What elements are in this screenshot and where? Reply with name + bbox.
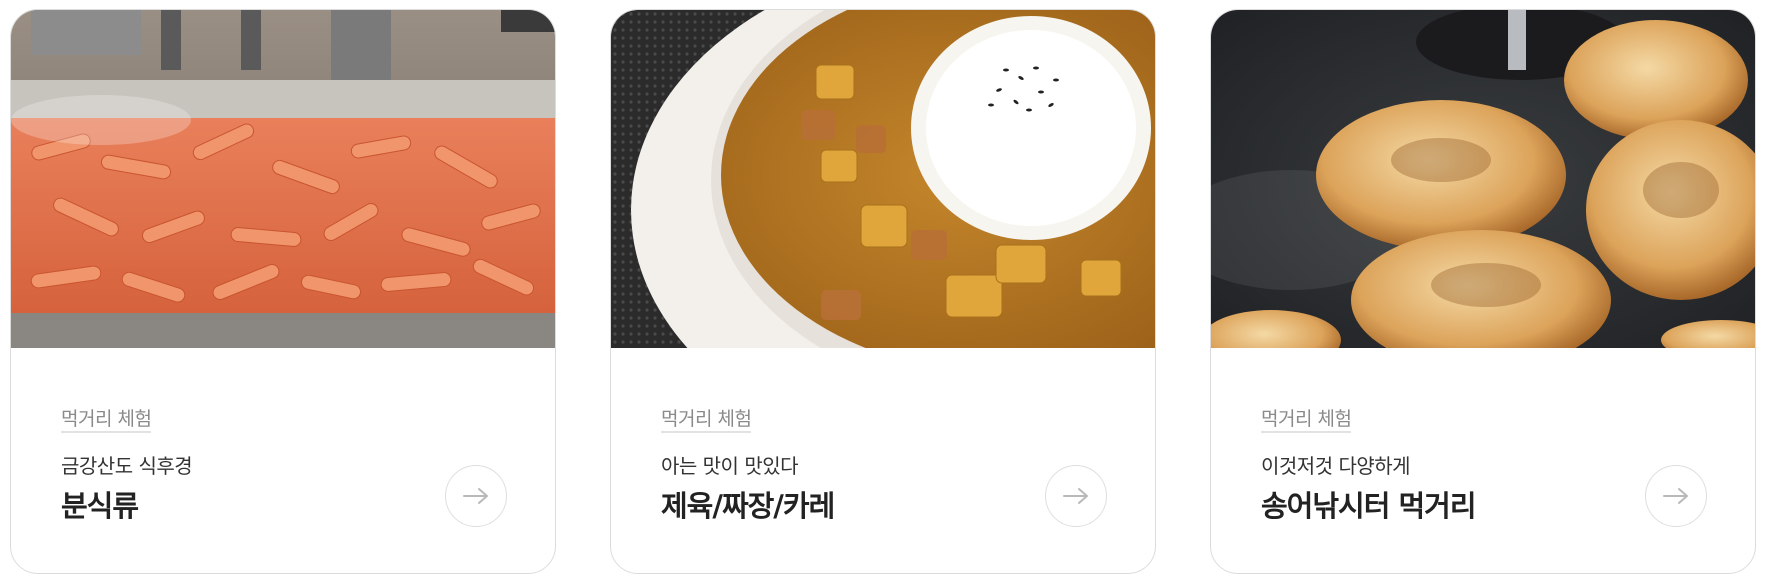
arrow-button[interactable] bbox=[1045, 465, 1107, 527]
food-card-list: 먹거리 체험 금강산도 식후경 분식류 먹거리 체험 아는 맛이 맛있다 제육/… bbox=[0, 0, 1772, 586]
card-subtitle: 이것저것 다양하게 bbox=[1261, 454, 1411, 478]
card-info: 먹거리 체험 금강산도 식후경 분식류 bbox=[11, 348, 555, 573]
category-tag: 먹거리 체험 bbox=[1261, 408, 1352, 433]
arrow-right-icon bbox=[1063, 488, 1088, 504]
card-info: 먹거리 체험 이것저것 다양하게 송어낚시터 먹거리 bbox=[1211, 348, 1755, 573]
tteokbokki-photo bbox=[11, 10, 555, 348]
food-card[interactable]: 먹거리 체험 이것저것 다양하게 송어낚시터 먹거리 bbox=[1210, 9, 1756, 574]
arrow-button[interactable] bbox=[445, 465, 507, 527]
card-subtitle: 아는 맛이 맛있다 bbox=[661, 454, 799, 478]
card-title: 분식류 bbox=[61, 489, 139, 523]
food-card[interactable]: 먹거리 체험 아는 맛이 맛있다 제육/짜장/카레 bbox=[610, 9, 1156, 574]
card-subtitle: 금강산도 식후경 bbox=[61, 454, 193, 478]
hotteok-photo bbox=[1211, 10, 1755, 348]
card-title: 송어낚시터 먹거리 bbox=[1261, 489, 1477, 523]
category-tag: 먹거리 체험 bbox=[61, 408, 152, 433]
category-tag: 먹거리 체험 bbox=[661, 408, 752, 433]
arrow-right-icon bbox=[463, 488, 488, 504]
arrow-button[interactable] bbox=[1645, 465, 1707, 527]
arrow-right-icon bbox=[1663, 488, 1688, 504]
card-title: 제육/짜장/카레 bbox=[661, 489, 835, 523]
card-info: 먹거리 체험 아는 맛이 맛있다 제육/짜장/카레 bbox=[611, 348, 1155, 573]
curry-rice-photo bbox=[611, 10, 1155, 348]
food-card[interactable]: 먹거리 체험 금강산도 식후경 분식류 bbox=[10, 9, 556, 574]
